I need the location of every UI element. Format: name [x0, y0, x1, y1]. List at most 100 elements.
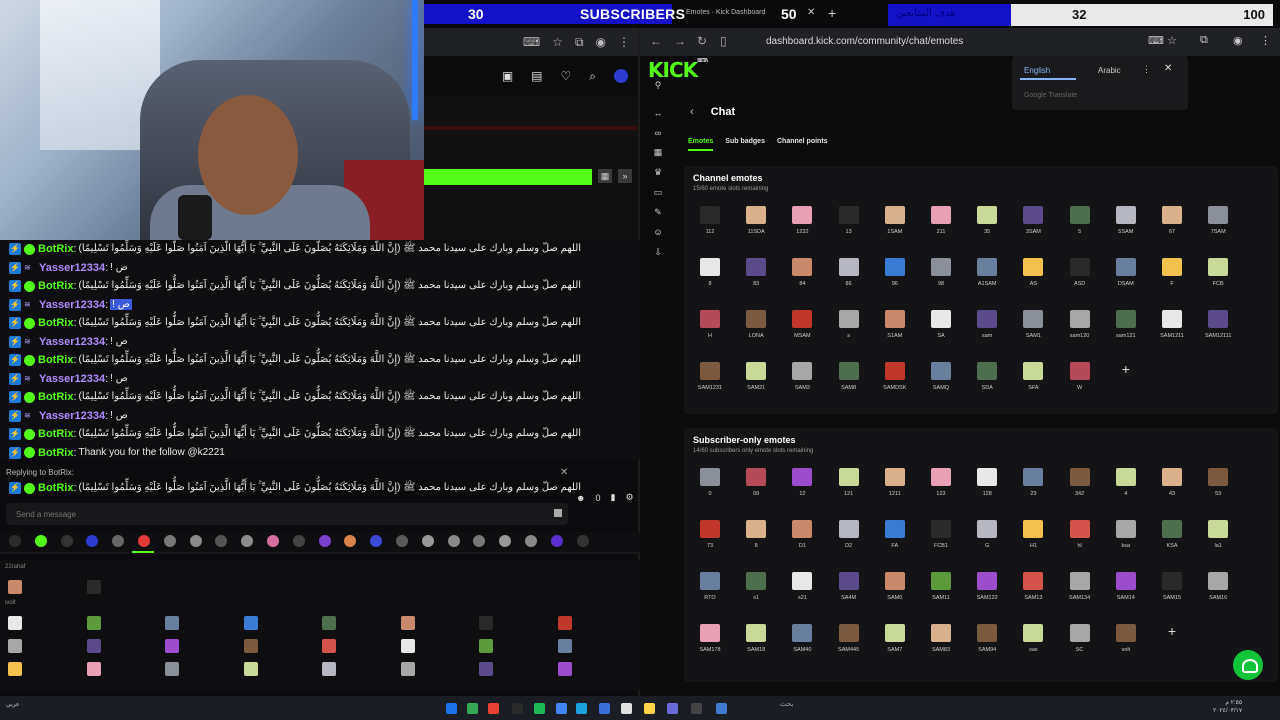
emote-tile[interactable]: 5SAM — [1104, 202, 1148, 248]
taskbar-app-icon[interactable] — [512, 703, 523, 714]
emote-tile[interactable]: ksa — [1104, 516, 1148, 562]
address-bar[interactable]: dashboard.kick.com/community/chat/emotes — [750, 32, 1130, 52]
profile-icon[interactable]: ◉ — [596, 35, 606, 49]
browser-tab-title[interactable]: Emotes · Kick Dashboard — [686, 9, 765, 16]
reply-username[interactable]: BotRix — [38, 482, 73, 494]
emote-tile[interactable]: 5 — [1058, 202, 1102, 248]
emote-category-icon[interactable] — [163, 535, 176, 547]
chat-message[interactable]: ⚡ BotRix: اللهم صلّ وسلم وبارك على سيدنا … — [0, 388, 640, 406]
monitor-icon[interactable]: ▭ — [653, 187, 663, 197]
emote-tile[interactable]: 3SAM — [1011, 202, 1055, 248]
chat-username[interactable]: BotRix — [38, 243, 73, 255]
emote-tile[interactable]: s21 — [780, 568, 824, 614]
emote-category-icon[interactable] — [550, 535, 563, 547]
menu-icon[interactable]: ⋮ — [1260, 34, 1271, 47]
emote-tile[interactable]: SAM122 — [965, 568, 1009, 614]
emote-tile[interactable]: 09 — [734, 464, 778, 510]
taskbar-app-icon[interactable] — [716, 703, 727, 714]
chat-message[interactable]: ⚡ ≋ Yasser12334: ! ص — [0, 370, 640, 388]
chat-messages[interactable]: ⚡ BotRix: اللهم صلّ وسلم وبارك على سيدنا … — [0, 240, 640, 460]
chat-message[interactable]: ⚡ BotRix: اللهم صلّ وسلم وبارك على سيدنا … — [0, 425, 640, 443]
emote-tile[interactable]: s1 — [734, 568, 778, 614]
emote-picker-item[interactable] — [479, 662, 493, 676]
emote-tile[interactable]: 83 — [734, 254, 778, 300]
back-chevron-icon[interactable]: ‹ — [690, 106, 694, 118]
emote-tile[interactable]: 13 — [827, 202, 871, 248]
chat-username[interactable]: Yasser12334 — [39, 299, 105, 311]
emote-category-icon[interactable] — [576, 535, 589, 547]
chat-username[interactable]: BotRix — [38, 354, 73, 366]
emote-tile[interactable]: SAM13 — [1011, 568, 1055, 614]
bookmark-star-icon[interactable]: ☆ — [552, 35, 563, 49]
close-tab-icon[interactable]: ✕ — [807, 7, 815, 18]
emote-tile[interactable]: SAM11 — [919, 568, 963, 614]
chat-message[interactable]: ⚡ ≋ Yasser12334: ! ص — [0, 407, 640, 425]
link-icon[interactable]: ∞ — [653, 128, 663, 138]
emote-tile[interactable]: SAMDSK — [873, 358, 917, 404]
taskbar-app-icon[interactable] — [691, 703, 702, 714]
emote-category-icon[interactable] — [421, 535, 434, 547]
translate-icon[interactable]: ⌨ — [523, 35, 540, 49]
calendar-icon[interactable]: ▤ — [531, 69, 542, 83]
chat-username[interactable]: BotRix — [38, 317, 73, 329]
trophy-icon[interactable]: ♛ — [653, 167, 663, 177]
emote-category-icon[interactable] — [396, 535, 408, 547]
taskbar-app-icon[interactable] — [644, 703, 655, 714]
chat-message[interactable]: ⚡ ≋ Yasser12334: ! ص — [0, 333, 640, 351]
chat-username[interactable]: BotRix — [38, 391, 73, 403]
emote-tile[interactable]: 53 — [1196, 464, 1240, 510]
emote-tile[interactable]: SA — [919, 306, 963, 352]
forward-arrow-icon[interactable]: → — [674, 34, 686, 48]
emote-tile[interactable]: KSA — [1150, 516, 1194, 562]
emote-picker-item[interactable] — [243, 616, 258, 630]
taskbar-app-icon[interactable] — [621, 703, 632, 714]
emote-tile[interactable]: hl — [1058, 516, 1102, 562]
emote-tile[interactable]: S1AM — [873, 306, 917, 352]
add-emote-button[interactable]: + — [1104, 358, 1148, 388]
chat-composer[interactable] — [6, 503, 568, 525]
emote-picker-item[interactable] — [86, 616, 101, 630]
emote-category-icon[interactable] — [267, 535, 279, 547]
emote-category-icon[interactable] — [60, 535, 73, 547]
emote-tile[interactable]: 0 — [688, 464, 732, 510]
emote-tile[interactable]: SAM1211 — [1150, 306, 1194, 352]
emote-picker-item[interactable] — [400, 616, 415, 630]
emote-tile[interactable]: SAM21 — [734, 358, 778, 404]
emote-tile[interactable]: SAM83 — [919, 620, 963, 666]
emote-tile[interactable]: 123 — [919, 464, 963, 510]
emote-tile[interactable]: D1 — [780, 516, 824, 562]
emote-tile[interactable]: SDA — [965, 358, 1009, 404]
emote-picker-item[interactable] — [165, 616, 179, 630]
emote-picker-item[interactable] — [86, 639, 101, 653]
emote-tile[interactable]: FCB — [1196, 254, 1240, 300]
download-icon[interactable]: ⇩ — [653, 247, 663, 257]
emote-picker-item[interactable] — [322, 616, 336, 630]
chat-username[interactable]: Yasser12334 — [39, 373, 105, 385]
emote-category-icon[interactable] — [318, 535, 331, 547]
taskbar-clock[interactable]: ٢:٥٥ م ٢٠٢٤/٠٣/١٧ — [1213, 699, 1242, 715]
emote-tile[interactable]: A1SAM — [965, 254, 1009, 300]
emote-tile[interactable]: sam120 — [1058, 306, 1102, 352]
chat-username[interactable]: BotRix — [38, 447, 73, 459]
emote-tile[interactable]: volt — [1104, 620, 1148, 666]
emote-tile[interactable]: D2 — [827, 516, 871, 562]
extensions-icon[interactable]: ⧉ — [575, 35, 584, 50]
emote-tile[interactable]: 128 — [965, 464, 1009, 510]
close-reply-icon[interactable]: ✕ — [560, 467, 568, 478]
emote-picker-item[interactable] — [400, 662, 415, 676]
emote-tile[interactable]: SAM94 — [965, 620, 1009, 666]
emote-tile[interactable]: SAM3 — [780, 358, 824, 404]
translate-icon[interactable]: ⌨ — [1148, 34, 1164, 47]
chat-username[interactable]: Yasser12334 — [39, 262, 105, 274]
emote-tile[interactable]: SAM1 — [1011, 306, 1055, 352]
tab-sub-badges[interactable]: Sub badges — [725, 138, 765, 151]
taskbar-app-icon[interactable] — [488, 703, 499, 714]
emote-tile[interactable]: SAM178 — [688, 620, 732, 666]
new-tab-icon[interactable]: + — [828, 5, 836, 21]
emote-tile[interactable]: DSAM — [1104, 254, 1148, 300]
emote-category-icon[interactable] — [525, 535, 537, 547]
taskbar-app-icon[interactable] — [576, 703, 587, 714]
emote-picker-item[interactable] — [557, 639, 572, 653]
emote-tile[interactable]: SAM12111 — [1196, 306, 1240, 352]
calendar-icon[interactable]: ▦ — [653, 147, 663, 157]
